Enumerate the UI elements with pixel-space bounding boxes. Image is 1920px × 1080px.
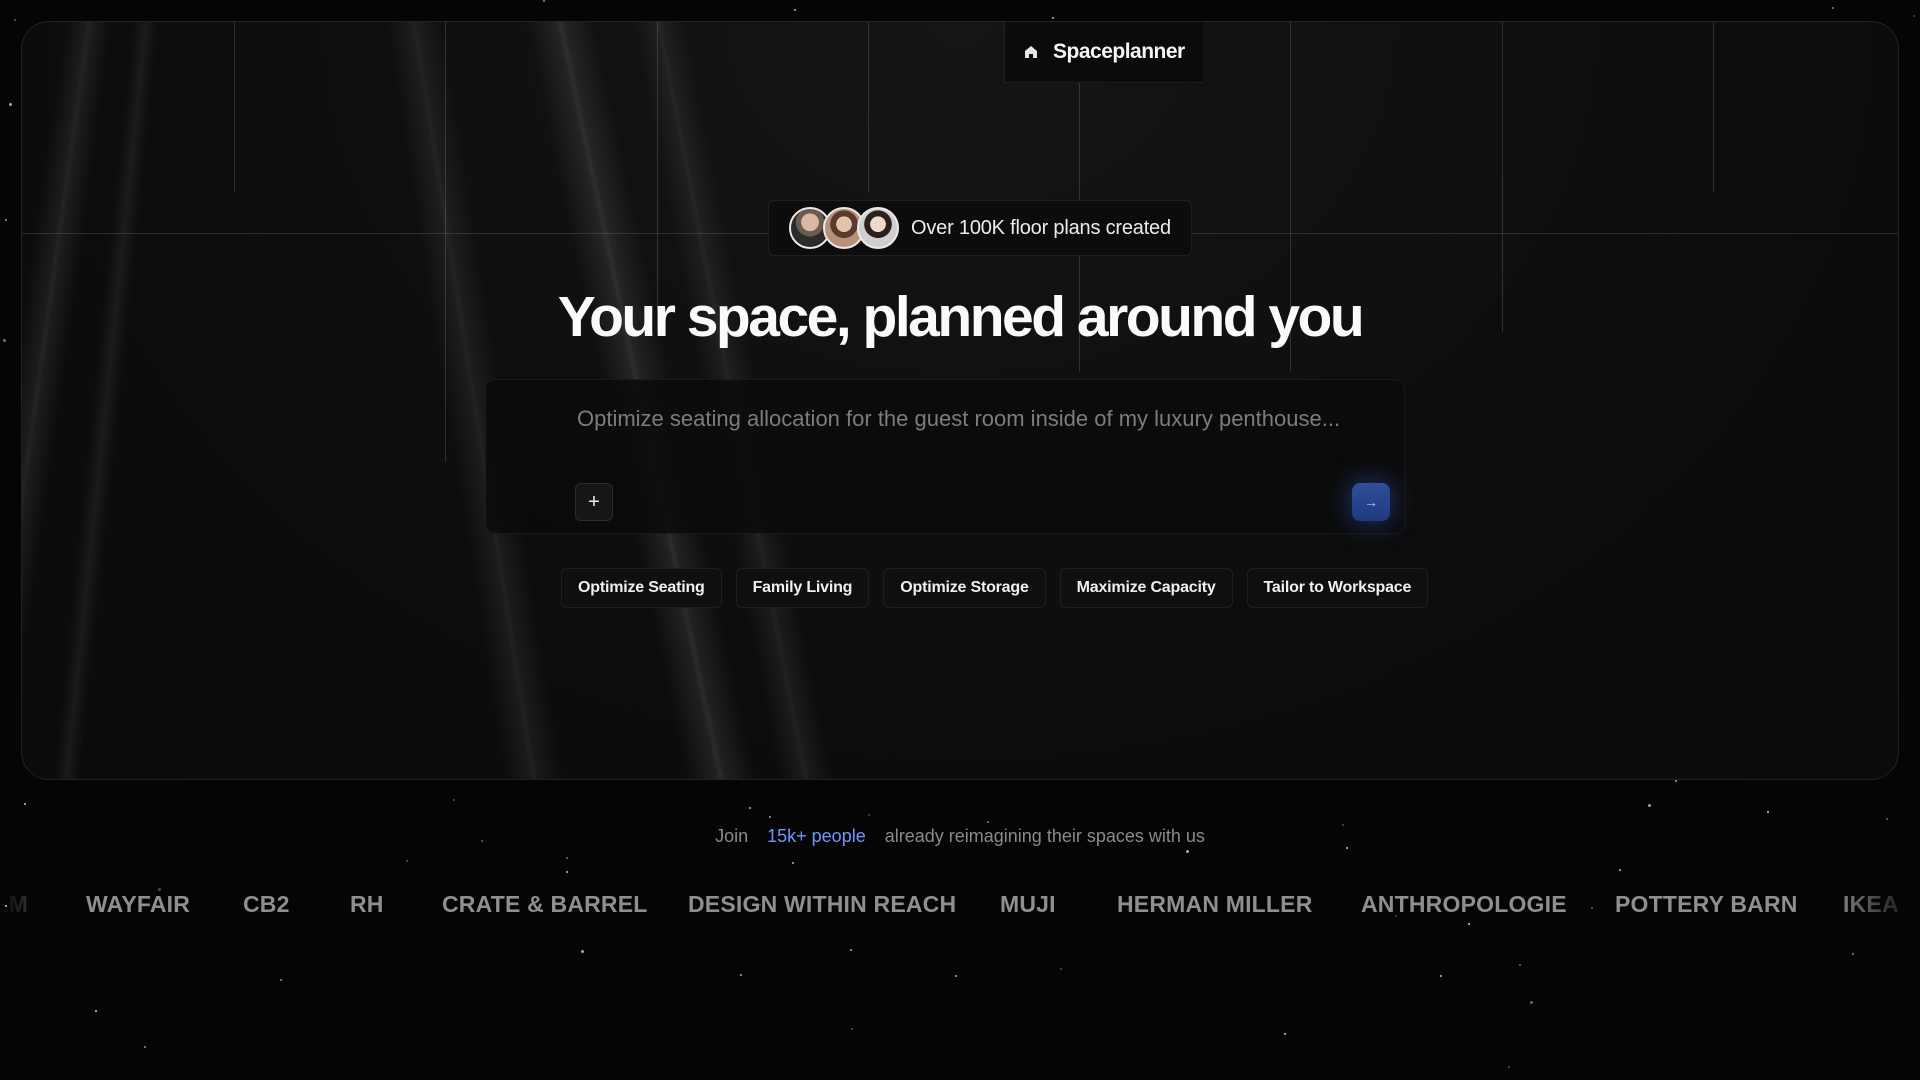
star (1648, 804, 1651, 807)
brand-logo: DESIGN WITHIN REACH (688, 890, 957, 917)
social-proof-badge: Over 100K floor plans created (768, 200, 1192, 256)
star (851, 1028, 853, 1030)
brand-logo: WAYFAIR (86, 890, 191, 917)
star (5, 219, 7, 221)
star (1284, 1033, 1286, 1035)
brand-name: Spaceplanner (1053, 40, 1185, 63)
page-title: Your space, planned around you (557, 285, 1365, 349)
star (749, 807, 751, 809)
grid-line (234, 22, 235, 192)
star (14, 19, 16, 21)
chip-family-living[interactable]: Family Living (735, 568, 870, 608)
brand-logos: WEST ELM WAYFAIR CB2 RH CRATE & BARREL D… (0, 884, 1920, 924)
star (1052, 17, 1054, 19)
star (3, 339, 6, 342)
send-button[interactable]: → (1352, 483, 1390, 521)
star (792, 862, 794, 864)
star (1913, 15, 1915, 17)
star (1619, 869, 1621, 871)
star (868, 814, 870, 816)
social-proof-text: Over 100K floor plans created (911, 216, 1171, 239)
star (955, 975, 957, 977)
join-highlight: 15k+ people (767, 826, 866, 846)
chip-optimize-seating[interactable]: Optimize Seating (561, 568, 722, 608)
join-prefix: Join (715, 826, 749, 846)
grid-line (868, 22, 869, 192)
brand-logo: WEST ELM (0, 890, 28, 917)
star (1530, 1001, 1533, 1004)
brand-logo: POTTERY BARN (1615, 890, 1798, 917)
star (453, 799, 455, 801)
star (1186, 850, 1189, 853)
brand-logo: CB2 (243, 890, 290, 917)
page: Spaceplanner Over 100K floor plans creat… (0, 0, 1920, 1080)
arrow-right-icon: → (1364, 494, 1378, 510)
brand-logo: HERMAN MILLER (1117, 890, 1313, 917)
star (850, 949, 852, 951)
star (1060, 968, 1062, 970)
star (794, 9, 796, 11)
suggestion-chips: Optimize Seating Family Living Optimize … (561, 568, 1429, 608)
avatar (857, 207, 899, 249)
star (1886, 818, 1888, 820)
star (581, 950, 584, 953)
star (543, 0, 545, 2)
star (1508, 1066, 1510, 1068)
chip-optimize-storage[interactable]: Optimize Storage (883, 568, 1046, 608)
brand-header[interactable]: Spaceplanner (1004, 22, 1203, 83)
grid-line (445, 22, 446, 462)
star (1519, 964, 1521, 966)
chip-maximize-capacity[interactable]: Maximize Capacity (1059, 568, 1233, 608)
star (280, 979, 282, 981)
avatar-group (789, 207, 899, 249)
star (1346, 847, 1348, 849)
star (740, 974, 742, 976)
star (566, 857, 568, 859)
chip-tailor-to-workspace[interactable]: Tailor to Workspace (1246, 568, 1429, 608)
star (406, 860, 408, 862)
star (987, 821, 989, 823)
add-attachment-button[interactable]: + (575, 483, 613, 521)
prompt-box: + → (485, 379, 1405, 534)
star (9, 103, 12, 106)
star (24, 803, 26, 805)
star (1440, 975, 1442, 977)
brand-logo: CRATE & BARREL (442, 890, 648, 917)
star (1852, 953, 1854, 955)
star (1832, 7, 1834, 9)
join-text: Join 15k+ people already reimagining the… (0, 826, 1920, 847)
join-suffix: already reimagining their spaces with us (884, 826, 1205, 846)
hero-card: Spaceplanner Over 100K floor plans creat… (21, 21, 1899, 780)
star (566, 871, 568, 873)
star (95, 1010, 97, 1012)
grid-line (1713, 22, 1714, 192)
prompt-input[interactable] (575, 398, 1359, 440)
brand-logo: ANTHROPOLOGIE (1361, 890, 1567, 917)
star (769, 816, 771, 818)
brand-logo: IKEA (1843, 890, 1899, 917)
brand-logo: MUJI (1000, 890, 1056, 917)
star (1675, 780, 1677, 782)
star (1767, 811, 1769, 813)
home-icon (1023, 44, 1039, 60)
brand-logo: RH (350, 890, 384, 917)
star (144, 1046, 146, 1048)
